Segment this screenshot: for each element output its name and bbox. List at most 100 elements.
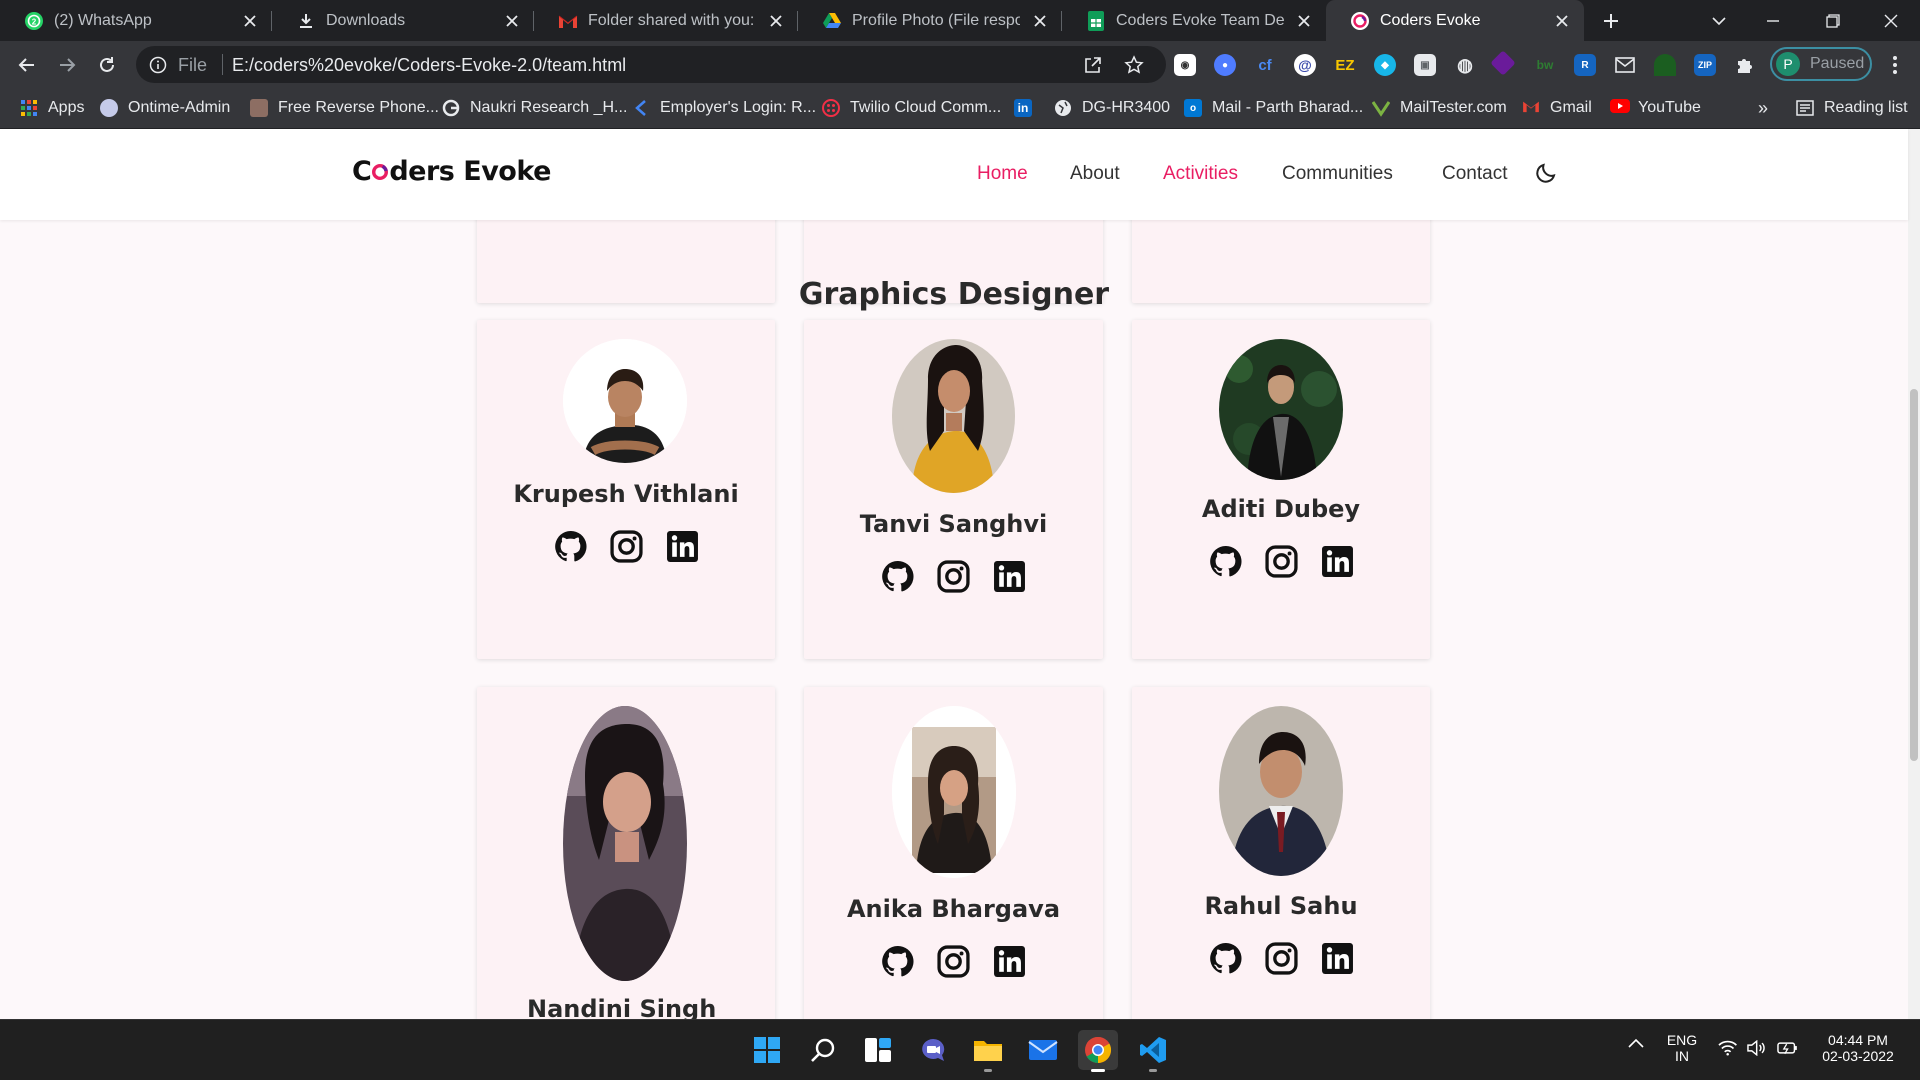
taskbar-search-button[interactable] [803, 1030, 843, 1070]
site-navbar: Cders Evoke Home About Activities Commun… [0, 129, 1908, 220]
instagram-icon[interactable] [937, 560, 970, 593]
phone-lookup-icon [250, 99, 268, 117]
url-text[interactable]: E:/coders%20evoke/Coders-Evoke-2.0/team.… [232, 55, 626, 76]
close-tab-icon[interactable] [1028, 9, 1052, 33]
extension-ez-icon[interactable]: EZ [1334, 54, 1356, 76]
region-label: IN [1675, 1048, 1689, 1064]
extension-ghost-icon[interactable]: ◉ [1174, 54, 1196, 76]
extension-diamond-icon[interactable]: ◆ [1374, 54, 1396, 76]
address-bar[interactable]: File E:/coders%20evoke/Coders-Evoke-2.0/… [136, 46, 1166, 83]
taskbar-vscode[interactable] [1133, 1030, 1173, 1072]
site-logo[interactable]: Cders Evoke [352, 156, 551, 187]
dark-mode-toggle-moon-icon[interactable] [1534, 161, 1558, 185]
system-tray-icons[interactable] [1718, 1040, 1798, 1056]
close-tab-icon[interactable] [1292, 9, 1316, 33]
bookmark-naukri-research[interactable]: Naukri Research _H... [442, 88, 627, 128]
bookmark-twilio[interactable]: Twilio Cloud Comm... [822, 88, 1001, 128]
nav-communities[interactable]: Communities [1282, 163, 1393, 185]
github-icon[interactable] [1209, 545, 1242, 578]
svg-text:2: 2 [32, 17, 37, 26]
tab-google-drive[interactable]: Profile Photo (File response [798, 0, 1062, 41]
extension-cf-icon[interactable]: cf [1254, 54, 1276, 76]
star-icon[interactable] [1123, 54, 1145, 76]
avatar-rahul [1219, 706, 1343, 876]
linkedin-icon[interactable] [666, 530, 699, 563]
github-icon[interactable] [881, 560, 914, 593]
tab-gmail[interactable]: Folder shared with you: 'Pro [534, 0, 798, 41]
extension-bw-icon[interactable]: bw [1534, 54, 1556, 76]
back-button[interactable] [12, 50, 42, 80]
bookmark-label: MailTester.com [1400, 99, 1507, 116]
show-hidden-icons-button[interactable] [1628, 1038, 1652, 1048]
linkedin-icon[interactable] [993, 560, 1026, 593]
info-icon[interactable] [148, 55, 168, 75]
bookmark-gmail[interactable]: Gmail [1522, 88, 1592, 128]
forward-button[interactable] [52, 50, 82, 80]
minimize-button[interactable] [1750, 0, 1796, 41]
tab-downloads[interactable]: Downloads [272, 0, 534, 41]
linkedin-icon[interactable] [993, 945, 1026, 978]
more-bookmarks-button[interactable]: » [1758, 88, 1768, 128]
instagram-icon[interactable] [1264, 942, 1298, 975]
tab-google-sheets[interactable]: Coders Evoke Team Details [1062, 0, 1326, 41]
browser-toolbar: File E:/coders%20evoke/Coders-Evoke-2.0/… [0, 41, 1920, 88]
extension-gem-icon[interactable] [1490, 50, 1516, 76]
restore-button[interactable] [1810, 0, 1856, 41]
tab-whatsapp[interactable]: 2 (2) WhatsApp [0, 0, 272, 41]
bookmark-mail-parth[interactable]: o Mail - Parth Bharad... [1184, 88, 1363, 128]
extension-globe-icon[interactable]: ◍ [1454, 54, 1476, 76]
scrollbar-thumb[interactable] [1910, 389, 1918, 761]
nav-activities[interactable]: Activities [1163, 163, 1238, 185]
bookmark-employer-login[interactable]: Employer's Login: R... [632, 88, 816, 128]
taskbar-chrome[interactable] [1078, 1030, 1118, 1072]
bookmark-youtube[interactable]: YouTube [1610, 88, 1701, 128]
close-tab-icon[interactable] [1550, 9, 1574, 33]
nav-home[interactable]: Home [977, 163, 1028, 185]
github-icon[interactable] [554, 530, 587, 563]
bookmark-apps[interactable]: Apps [20, 88, 84, 128]
bookmark-ontime-admin[interactable]: Ontime-Admin [100, 88, 230, 128]
close-tab-icon[interactable] [238, 9, 262, 33]
instagram-icon[interactable] [609, 530, 643, 563]
tab-coders-evoke[interactable]: Coders Evoke [1326, 0, 1584, 41]
avatar-aditi [1219, 339, 1343, 480]
extensions-puzzle-icon[interactable] [1734, 54, 1756, 76]
clock[interactable]: 04:44 PM 02-03-2022 [1806, 1032, 1910, 1064]
close-window-button[interactable] [1868, 0, 1914, 41]
taskbar-mail[interactable] [1023, 1030, 1063, 1070]
profile-button[interactable]: P Paused [1770, 47, 1872, 81]
extension-zip-icon[interactable]: ZIP [1694, 54, 1716, 76]
start-button[interactable] [747, 1030, 787, 1070]
close-tab-icon[interactable] [764, 9, 788, 33]
linkedin-icon[interactable] [1321, 545, 1354, 578]
instagram-icon[interactable] [937, 945, 970, 978]
bookmark-free-reverse-phone[interactable]: Free Reverse Phone... [250, 88, 439, 128]
taskbar-chat-button[interactable] [913, 1030, 953, 1070]
github-icon[interactable] [881, 945, 914, 978]
instagram-icon[interactable] [1264, 545, 1298, 578]
extension-arc-icon[interactable] [1654, 54, 1676, 76]
bookmark-dg-hr3400[interactable]: DG-HR3400 [1054, 88, 1170, 128]
linkedin-icon[interactable] [1321, 942, 1354, 975]
language-indicator[interactable]: ENG IN [1662, 1032, 1702, 1064]
taskbar-file-explorer[interactable] [968, 1030, 1008, 1072]
reading-list-button[interactable]: Reading list [1796, 88, 1908, 128]
share-icon[interactable] [1082, 54, 1104, 76]
close-tab-icon[interactable] [500, 9, 524, 33]
bookmark-linkedin[interactable]: in [1014, 88, 1032, 128]
tab-search-button[interactable] [1696, 0, 1742, 41]
reload-button[interactable] [92, 50, 122, 80]
new-tab-button[interactable] [1588, 0, 1634, 41]
extension-shield-icon[interactable]: ● [1214, 54, 1236, 76]
nav-about[interactable]: About [1070, 163, 1120, 185]
nav-contact[interactable]: Contact [1442, 163, 1507, 185]
extension-at-icon[interactable]: @ [1294, 54, 1316, 76]
extension-window-icon[interactable]: ▣ [1414, 54, 1436, 76]
taskbar-widgets-button[interactable] [858, 1030, 898, 1070]
youtube-icon [1610, 99, 1630, 117]
github-icon[interactable] [1209, 942, 1242, 975]
bookmark-mailtester[interactable]: MailTester.com [1372, 88, 1507, 128]
extension-r-icon[interactable]: R [1574, 54, 1596, 76]
menu-button[interactable] [1880, 50, 1910, 80]
extension-mail-icon[interactable] [1614, 54, 1636, 76]
